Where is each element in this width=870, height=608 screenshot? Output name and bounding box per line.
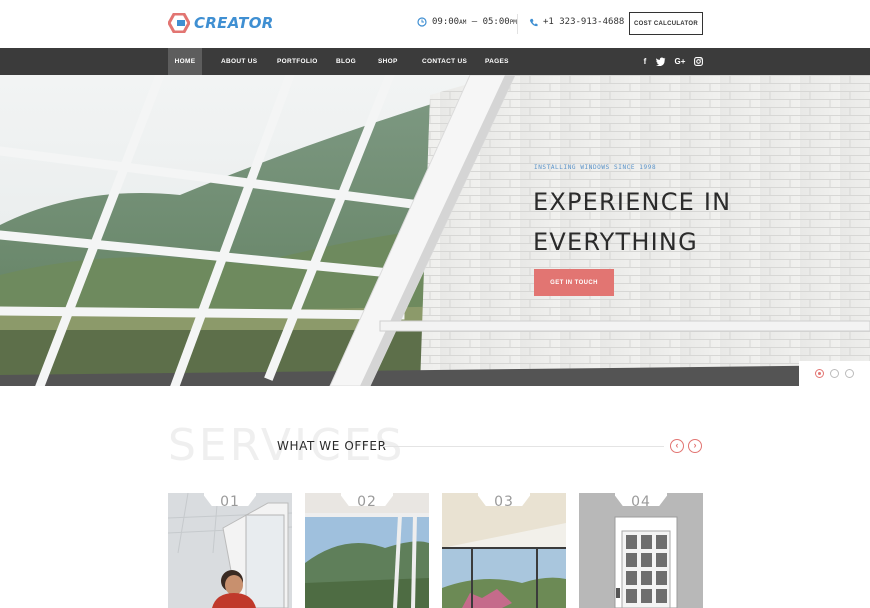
- hours-open: 09:00: [432, 17, 460, 27]
- nav-item-pages[interactable]: PAGES: [485, 48, 509, 75]
- clock-icon: [417, 17, 427, 27]
- slider-dot-3[interactable]: [845, 369, 854, 378]
- service-card-3[interactable]: 03: [442, 493, 566, 608]
- service-card-2[interactable]: 02: [305, 493, 429, 608]
- service-card-1[interactable]: 01: [168, 493, 292, 608]
- hero-slider: INSTALLING WINDOWS SINCE 1998 EXPERIENCE…: [0, 75, 870, 386]
- slider-dot-1[interactable]: [815, 369, 824, 378]
- service-number-2: 02: [357, 494, 377, 510]
- nav-item-home[interactable]: HOME: [168, 48, 202, 75]
- service-card-4[interactable]: 04: [579, 493, 703, 608]
- nav-item-shop[interactable]: SHOP: [378, 48, 398, 75]
- logo[interactable]: CREATOR: [168, 13, 274, 33]
- phone-icon: [529, 18, 538, 26]
- nav-item-contact-us[interactable]: CONTACT US: [422, 48, 467, 75]
- phone-contact[interactable]: +1 323-913-4688: [529, 17, 624, 27]
- instagram-icon[interactable]: [694, 57, 703, 66]
- hero-subtitle: INSTALLING WINDOWS SINCE 1998: [534, 164, 657, 171]
- services-prev-button[interactable]: ‹: [670, 439, 684, 453]
- slider-pagination: [799, 361, 870, 386]
- logo-mark-icon: [168, 13, 190, 33]
- main-nav: HOME ABOUT US PORTFOLIO BLOG SHOP CONTAC…: [0, 48, 870, 75]
- google-plus-icon[interactable]: G+: [674, 48, 686, 75]
- hero-title: EXPERIENCE IN EVERYTHING: [533, 182, 793, 262]
- nav-item-portfolio[interactable]: PORTFOLIO: [277, 48, 318, 75]
- cost-calculator-button[interactable]: COST CALCULATOR: [629, 12, 703, 35]
- working-hours: 09:00AM — 05:00PM: [417, 17, 517, 27]
- hero-title-line2: EVERYTHING: [533, 228, 698, 256]
- hero-title-line1: EXPERIENCE IN: [533, 188, 732, 216]
- service-number-4: 04: [631, 494, 651, 510]
- logo-text: CREATOR: [194, 14, 274, 32]
- services-divider: [380, 446, 664, 447]
- hours-dash: —: [471, 17, 478, 27]
- hours-open-suffix: AM: [459, 19, 467, 26]
- site-header: CREATOR 09:00AM — 05:00PM +1 323-913-468…: [0, 0, 870, 48]
- services-next-button[interactable]: ›: [688, 439, 702, 453]
- facebook-icon[interactable]: f: [640, 48, 650, 75]
- header-divider: [517, 14, 518, 34]
- hours-close-suffix: PM: [509, 19, 517, 26]
- phone-number: +1 323-913-4688: [543, 17, 625, 27]
- slider-dot-2[interactable]: [830, 369, 839, 378]
- get-in-touch-button[interactable]: GET IN TOUCH: [534, 269, 614, 296]
- nav-item-blog[interactable]: BLOG: [336, 48, 356, 75]
- twitter-icon[interactable]: [656, 57, 666, 66]
- service-number-1: 01: [220, 494, 240, 510]
- service-number-3: 03: [494, 494, 514, 510]
- services-title: WHAT WE OFFER: [277, 439, 387, 453]
- nav-item-about-us[interactable]: ABOUT US: [221, 48, 257, 75]
- hours-close: 05:00: [482, 17, 510, 27]
